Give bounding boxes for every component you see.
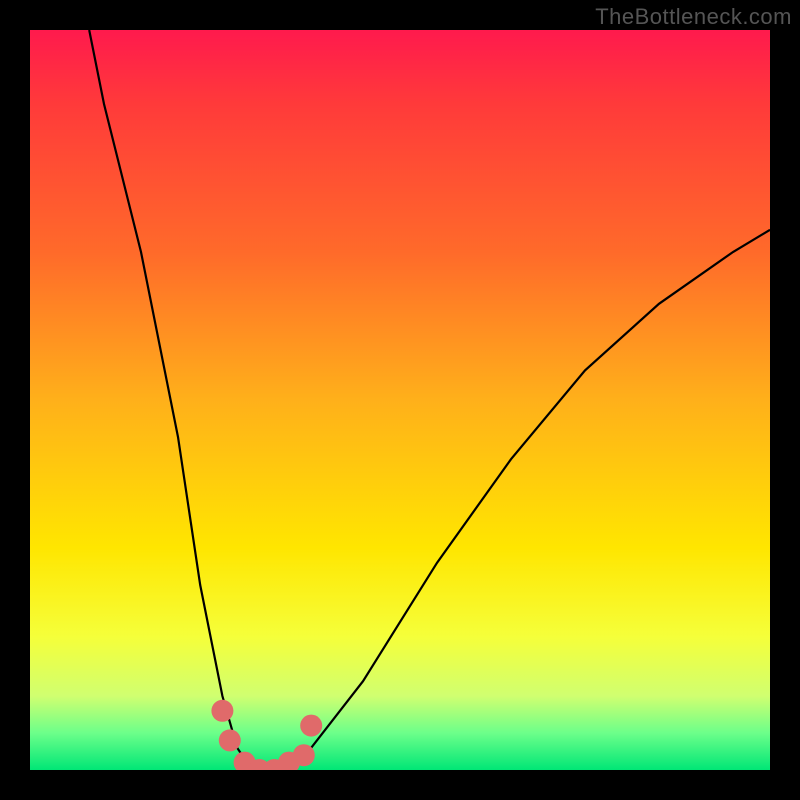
highlight-dot xyxy=(248,759,270,770)
highlight-dot xyxy=(263,759,285,770)
plot-area xyxy=(30,30,770,770)
curve-path xyxy=(89,30,770,770)
chart-frame: TheBottleneck.com xyxy=(0,0,800,800)
bottleneck-curve xyxy=(30,30,770,770)
highlight-dot xyxy=(278,752,300,770)
watermark-text: TheBottleneck.com xyxy=(595,4,792,30)
highlight-dot xyxy=(234,752,256,770)
highlight-dot xyxy=(300,715,322,737)
highlight-dot xyxy=(219,729,241,751)
highlight-dots xyxy=(211,700,322,770)
highlight-dot xyxy=(293,744,315,766)
highlight-dot xyxy=(211,700,233,722)
